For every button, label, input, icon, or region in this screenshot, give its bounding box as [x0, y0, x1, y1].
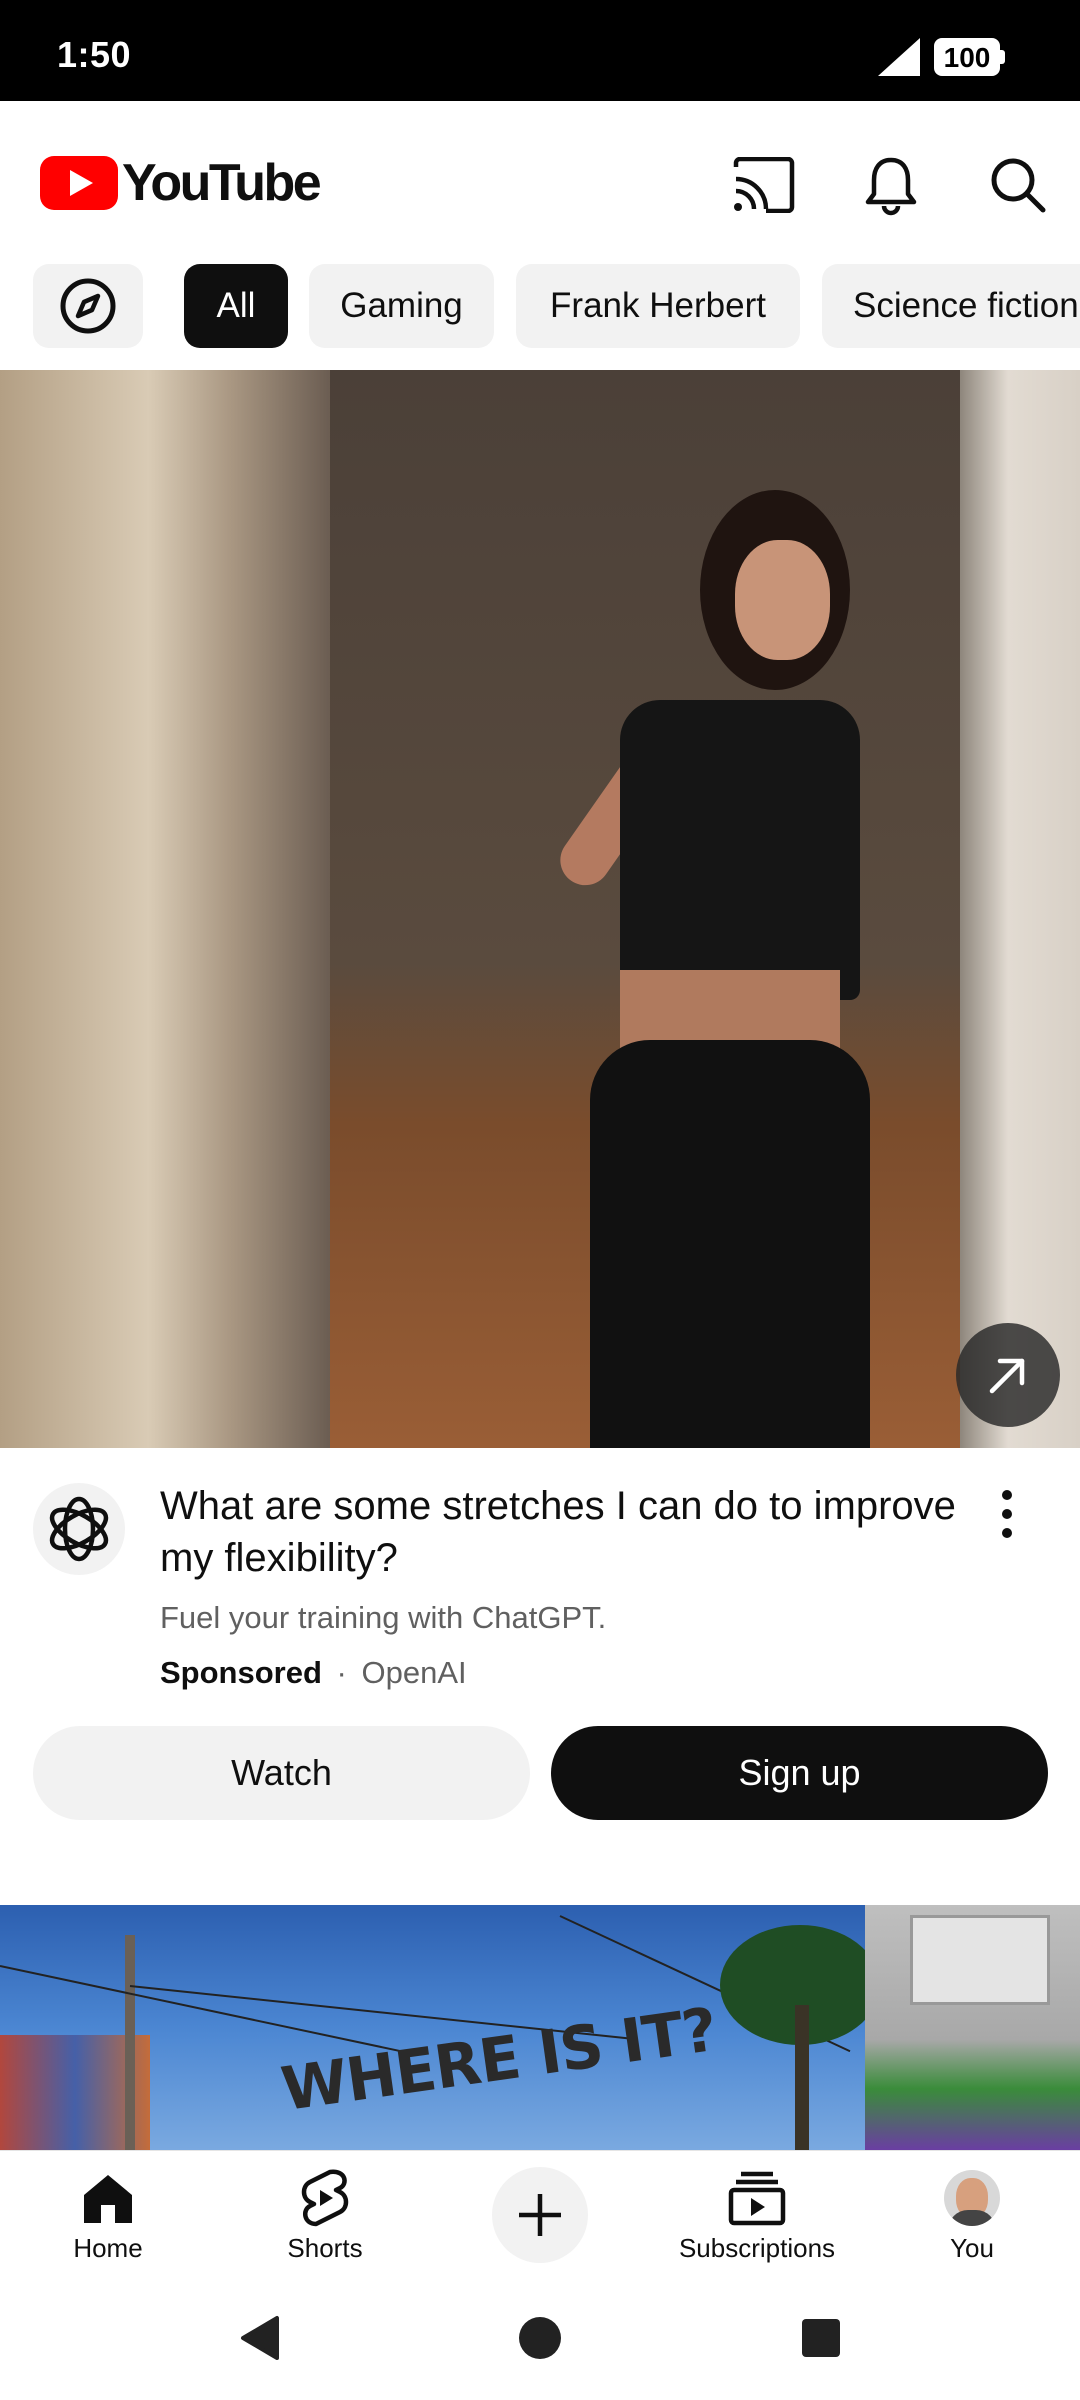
battery-level: 100	[943, 42, 991, 73]
ad-video-player[interactable]	[0, 370, 1080, 1448]
sponsored-label: Sponsored	[160, 1655, 322, 1690]
user-avatar	[944, 2170, 1000, 2226]
youtube-home-screen: 1:50 100 YouTube All Gaming Frank Herber…	[0, 0, 1080, 2400]
next-video-thumbnail[interactable]: WHERE IS IT?	[0, 1905, 1080, 2150]
watch-button[interactable]: Watch	[33, 1726, 530, 1820]
plus-icon	[519, 2194, 561, 2236]
compass-icon	[60, 278, 116, 334]
youtube-play-logo-icon	[40, 156, 118, 210]
subscriptions-icon	[728, 2171, 786, 2226]
recents-square-icon	[802, 2319, 840, 2357]
notifications-bell-icon	[865, 157, 917, 216]
recents-button[interactable]	[796, 2313, 846, 2363]
status-time: 1:50	[57, 34, 132, 75]
home-icon	[84, 2175, 132, 2223]
filter-chips-bar: All Gaming Frank Herbert Science fiction	[0, 264, 1080, 348]
nav-subscriptions[interactable]: Subscriptions	[657, 2151, 857, 2276]
explore-chip[interactable]	[33, 264, 143, 348]
system-navigation-bar	[0, 2275, 1080, 2400]
notifications-button[interactable]	[855, 149, 927, 221]
nav-subscriptions-label: Subscriptions	[678, 2233, 836, 2263]
nav-you[interactable]: You	[872, 2151, 1072, 2276]
search-button[interactable]	[982, 149, 1054, 221]
shorts-icon	[301, 2169, 349, 2227]
cast-button[interactable]	[728, 149, 800, 221]
ad-meta: Sponsored · OpenAI	[160, 1655, 467, 1691]
chip-gaming[interactable]: Gaming	[309, 264, 494, 348]
sign-up-button[interactable]: Sign up	[551, 1726, 1048, 1820]
cast-icon	[733, 157, 795, 213]
nav-home-label: Home	[73, 2233, 143, 2263]
open-ad-link-button[interactable]	[956, 1323, 1060, 1427]
advertiser-avatar[interactable]	[33, 1483, 125, 1575]
thumbnail-text: WHERE IS IT?	[277, 1994, 721, 2126]
nav-home[interactable]: Home	[8, 2151, 208, 2276]
youtube-logo[interactable]: YouTube	[40, 153, 322, 213]
battery-icon: 100	[934, 38, 1006, 76]
back-triangle-icon	[241, 2316, 279, 2360]
nav-shorts-label: Shorts	[287, 2233, 363, 2263]
status-bar: 1:50 100	[0, 0, 1080, 101]
back-button[interactable]	[234, 2313, 284, 2363]
youtube-logo-text: YouTube	[122, 154, 322, 212]
chip-science-fiction[interactable]: Science fiction	[822, 264, 1080, 348]
chip-all[interactable]: All	[184, 264, 288, 348]
openai-logo-icon	[49, 1496, 109, 1562]
home-circle-icon	[519, 2317, 561, 2359]
nav-you-label: You	[950, 2233, 994, 2263]
create-button[interactable]	[492, 2167, 588, 2263]
app-header: YouTube	[0, 101, 1080, 261]
open-external-arrow-icon	[989, 1358, 1025, 1394]
cellular-signal-icon	[878, 38, 920, 76]
meta-separator: ·	[336, 1655, 347, 1690]
ad-description: Fuel your training with ChatGPT.	[160, 1600, 607, 1635]
more-vert-icon	[1002, 1490, 1012, 1500]
chip-frank-herbert[interactable]: Frank Herbert	[516, 264, 800, 348]
bottom-navigation: Home Shorts Subscriptions You	[0, 2150, 1080, 2275]
ad-title[interactable]: What are some stretches I can do to impr…	[160, 1480, 960, 1584]
home-system-button[interactable]	[515, 2313, 565, 2363]
nav-shorts[interactable]: Shorts	[225, 2151, 425, 2276]
advertiser-name: OpenAI	[361, 1655, 467, 1690]
search-icon	[991, 158, 1046, 213]
ad-more-options-button[interactable]	[982, 1486, 1032, 1542]
